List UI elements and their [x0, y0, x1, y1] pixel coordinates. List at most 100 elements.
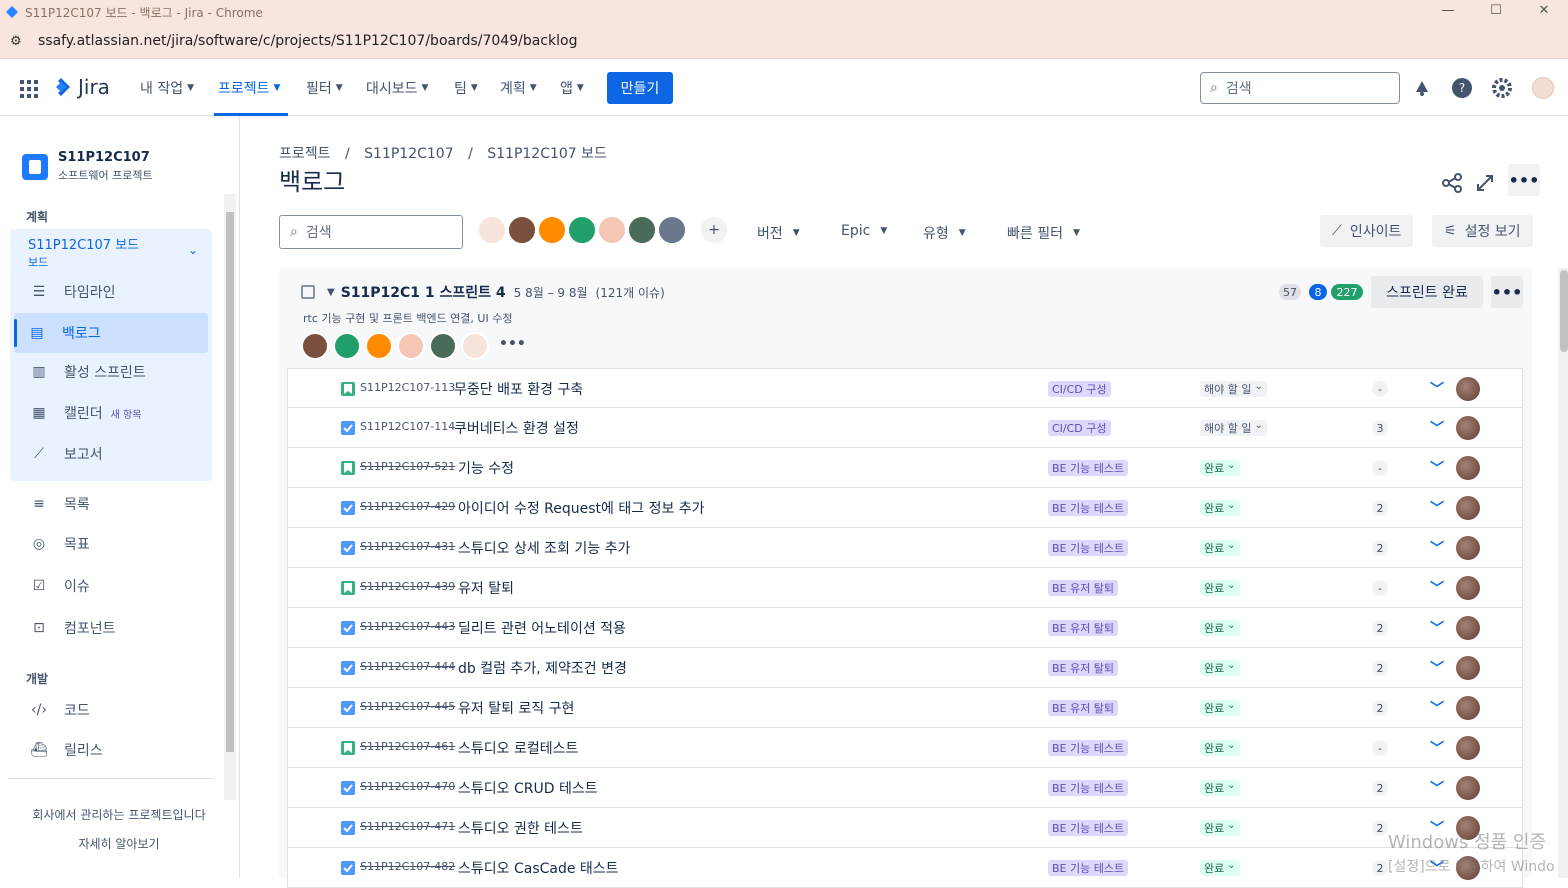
status-dropdown[interactable]: 해야 할 일	[1200, 381, 1267, 397]
breadcrumb-board[interactable]: S11P12C107 보드	[487, 146, 607, 162]
status-dropdown[interactable]: 완료	[1200, 540, 1240, 556]
nav-dashboards[interactable]: 대시보드 ▼	[366, 78, 428, 98]
insights-button[interactable]: ⟋ 인사이트	[1320, 215, 1414, 247]
epic-badge[interactable]: BE 유저 탈퇴	[1048, 620, 1118, 636]
sidebar-item-list[interactable]: ≡ 목록	[16, 484, 90, 524]
sprint-checkbox[interactable]	[301, 285, 315, 299]
issue-key[interactable]: S11P12C107-482	[360, 860, 455, 873]
status-dropdown[interactable]: 완료	[1200, 620, 1240, 636]
avatar[interactable]	[597, 215, 627, 245]
avatar[interactable]	[429, 332, 457, 360]
issue-summary[interactable]: 유저 탈퇴	[458, 578, 514, 598]
avatar[interactable]	[461, 332, 489, 360]
notifications-icon[interactable]	[1411, 77, 1433, 99]
status-dropdown[interactable]: 완료	[1200, 500, 1240, 516]
estimate-badge[interactable]: -	[1372, 740, 1388, 756]
main-scroll-thumb[interactable]	[1560, 270, 1568, 352]
assignee-avatar[interactable]	[1456, 456, 1480, 480]
status-dropdown[interactable]: 완료	[1200, 820, 1240, 836]
settings-icon[interactable]	[1491, 77, 1513, 99]
breadcrumb-projects[interactable]: 프로젝트	[279, 146, 331, 162]
sidebar-item-calendar[interactable]: ▦ 캘린더 새 항목	[16, 393, 141, 433]
share-icon[interactable]	[1441, 172, 1463, 194]
epic-badge[interactable]: BE 기능 테스트	[1048, 780, 1129, 796]
maximize-icon[interactable]: ☐	[1472, 0, 1520, 24]
estimate-badge[interactable]: 2	[1372, 860, 1388, 876]
assignee-avatar[interactable]	[1456, 496, 1480, 520]
issue-key[interactable]: S11P12C107-461	[360, 740, 455, 753]
avatar[interactable]	[537, 215, 567, 245]
status-dropdown[interactable]: 완료	[1200, 460, 1240, 476]
issue-summary[interactable]: 스튜디오 로컬테스트	[458, 738, 578, 758]
table-row[interactable]: S11P12C107-471스튜디오 권한 테스트BE 기능 테스트완료2﹀	[287, 808, 1523, 848]
breadcrumb-project[interactable]: S11P12C107	[364, 146, 453, 162]
profile-avatar[interactable]	[1532, 77, 1554, 99]
sidebar-item-timeline[interactable]: ☰ 타임라인	[16, 272, 116, 312]
sidebar-item-goals[interactable]: ◎ 목표	[16, 524, 90, 564]
epic-badge[interactable]: CI/CD 구성	[1048, 381, 1111, 397]
sidebar-item-reports[interactable]: ⟋ 보고서	[16, 434, 103, 474]
table-row[interactable]: S11P12C107-113 무중단 배포 환경 구축 CI/CD 구성 해야 할 일…	[287, 368, 1523, 408]
epic-badge[interactable]: BE 기능 테스트	[1048, 540, 1129, 556]
estimate-badge[interactable]: 2	[1372, 500, 1388, 516]
table-row[interactable]: S11P12C107-444 db 컬럼 추가, 제약조건 변경 BE 유저 탈퇴 완…	[287, 648, 1523, 688]
close-icon[interactable]: ✕	[1520, 0, 1568, 24]
assignee-avatar[interactable]	[1456, 576, 1480, 600]
assignee-avatar[interactable]	[1456, 776, 1480, 800]
table-row[interactable]: S11P12C107-482 스튜디오 CasCade 태스트 BE 기능 테스트 완…	[287, 848, 1523, 888]
sprint-header[interactable]: ▼ S11P12C1 1 스프린트 4 5 8월 – 9 8월 (121개 이슈…	[301, 282, 665, 302]
avatar[interactable]	[397, 332, 425, 360]
table-row[interactable]: S11P12C107-431 스튜디오 상세 조회 기능 추가 BE 기능 테스트 완…	[287, 528, 1523, 568]
issue-summary[interactable]: 무중단 배포 환경 구축	[454, 379, 583, 399]
estimate-badge[interactable]: 3	[1372, 420, 1388, 436]
epic-badge[interactable]: BE 기능 테스트	[1048, 740, 1129, 756]
issue-summary[interactable]: 스튜디오 CasCade 태스트	[458, 858, 619, 878]
assignee-avatar[interactable]	[1456, 536, 1480, 560]
create-button[interactable]: 만들기	[607, 72, 673, 104]
avatar[interactable]	[333, 332, 361, 360]
issue-summary[interactable]: 유저 탈퇴 로직 구현	[458, 698, 574, 718]
assignee-avatar[interactable]	[1456, 736, 1480, 760]
more-actions-icon[interactable]: •••	[1508, 164, 1540, 196]
more-assignees-icon[interactable]: •••	[499, 336, 526, 352]
complete-sprint-button[interactable]: 스프린트 완료	[1371, 276, 1483, 308]
epic-badge[interactable]: BE 유저 탈퇴	[1048, 700, 1118, 716]
epic-badge[interactable]: CI/CD 구성	[1048, 420, 1111, 436]
avatar[interactable]	[507, 215, 537, 245]
estimate-badge[interactable]: 2	[1372, 660, 1388, 676]
issue-summary[interactable]: 딜리트 관련 어노테이션 적용	[458, 618, 626, 638]
assignee-avatar[interactable]	[1456, 377, 1480, 401]
issue-summary[interactable]: 아이디어 수정 Request에 태그 정보 추가	[458, 498, 705, 518]
project-header[interactable]: S11P12C107 소프트웨어 프로젝트	[22, 150, 153, 183]
status-dropdown[interactable]: 해야 할 일	[1200, 420, 1267, 436]
status-dropdown[interactable]: 완료	[1200, 660, 1240, 676]
status-dropdown[interactable]: 완료	[1200, 580, 1240, 596]
issue-summary[interactable]: 스튜디오 상세 조회 기능 추가	[458, 538, 630, 558]
estimate-badge[interactable]: 2	[1372, 540, 1388, 556]
status-dropdown[interactable]: 완료	[1200, 860, 1240, 876]
status-dropdown[interactable]: 완료	[1200, 700, 1240, 716]
chevron-down-icon[interactable]: ⌄	[188, 243, 198, 257]
epic-badge[interactable]: BE 기능 테스트	[1048, 860, 1129, 876]
table-row[interactable]: S11P12C107-521기능 수정 BE 기능 테스트 완료 - ﹀	[287, 448, 1523, 488]
sidebar-scroll-thumb[interactable]	[226, 212, 234, 752]
filter-epic[interactable]: Epic ▼	[841, 223, 887, 239]
issue-key[interactable]: S11P12C107-431	[360, 540, 455, 553]
sidebar-item-backlog[interactable]: ▤ 백로그	[14, 313, 208, 353]
estimate-badge[interactable]: -	[1372, 580, 1388, 596]
estimate-badge[interactable]: 2	[1372, 700, 1388, 716]
table-row[interactable]: S11P12C107-429 아이디어 수정 Request에 태그 정보 추가 B…	[287, 488, 1523, 528]
nav-plans[interactable]: 계획 ▼	[500, 78, 537, 98]
issue-key[interactable]: S11P12C107-429	[360, 500, 455, 513]
issue-key[interactable]: S11P12C107-471	[360, 820, 455, 833]
status-dropdown[interactable]: 완료	[1200, 740, 1240, 756]
issue-key[interactable]: S11P12C107-439	[360, 580, 455, 593]
app-switcher-icon[interactable]	[20, 80, 38, 98]
issue-summary[interactable]: 스튜디오 CRUD 테스트	[458, 778, 598, 798]
issue-key[interactable]: S11P12C107-445	[360, 700, 455, 713]
add-people-icon[interactable]: +	[699, 215, 729, 245]
avatar[interactable]	[567, 215, 597, 245]
issue-summary[interactable]: 기능 수정	[458, 458, 514, 478]
epic-badge[interactable]: BE 유저 탈퇴	[1048, 660, 1118, 676]
issue-key[interactable]: S11P12C107-113	[360, 381, 455, 394]
